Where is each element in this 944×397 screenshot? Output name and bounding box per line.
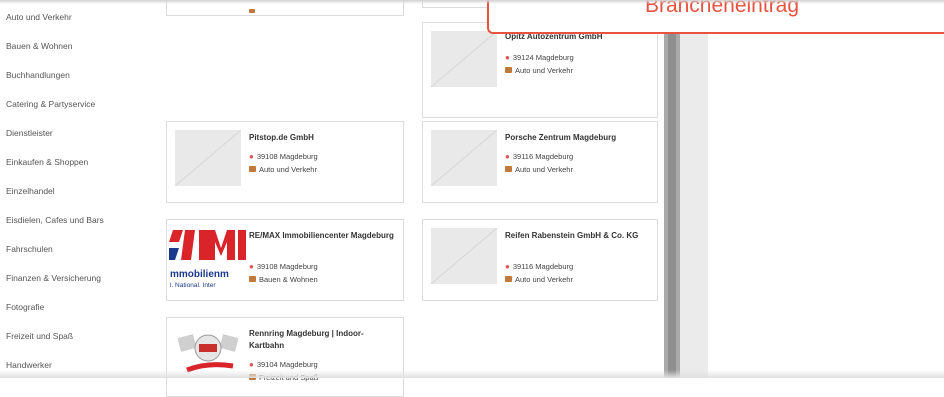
category-link[interactable]: Fahrschulen [6, 244, 53, 254]
listing-location: ● 39108 Magdeburg [249, 152, 318, 161]
remax-logo-graphic [169, 230, 246, 260]
briefcase-icon [505, 67, 512, 74]
category-link[interactable]: Dienstleister [6, 128, 53, 138]
listing-card[interactable]: Reifen Rabenstein GmbH & Co. KG ● 39116 M… [422, 219, 658, 301]
category-sidebar: Auto und Verkehr Bauen & Wohnen Buchhand… [0, 0, 150, 378]
listing-name[interactable]: RE/MAX Immobiliencenter Magdeburg [249, 230, 397, 242]
listing-card[interactable]: Opitz Autozentrum GmbH ● 39124 Magdeburg … [422, 22, 658, 118]
briefcase-icon [249, 166, 256, 173]
map-pin-icon: ● [249, 262, 254, 271]
listing-category: Auto und Verkehr [505, 275, 573, 284]
listing-card[interactable]: mmobilienm l. National. Inter RE/MAX Imm… [166, 219, 404, 301]
listing-thumbnail-placeholder [431, 31, 497, 87]
logo-tagline: l. National. Inter [170, 282, 216, 289]
category-link[interactable]: Bauen & Wohnen [6, 41, 72, 51]
category-link[interactable]: Eisdielen, Cafes und Bars [6, 215, 104, 225]
top-shadow [0, 0, 944, 4]
listing-thumbnail-placeholder [431, 130, 497, 186]
listing-name[interactable]: Reifen Rabenstein GmbH & Co. KG [505, 230, 651, 242]
brancheneintrag-button[interactable]: Brancheneintrag [487, 0, 944, 34]
category-link[interactable]: Einzelhandel [6, 186, 55, 196]
map-pin-icon: ● [505, 262, 510, 271]
category-link[interactable]: Handwerker [6, 360, 52, 370]
listing-location: ● 39124 Magdeburg [505, 53, 574, 62]
map-pin-icon: ● [249, 360, 254, 369]
listing-location: ● 39116 Magdeburg [505, 262, 574, 271]
listing-name[interactable]: Porsche Zentrum Magdeburg [505, 132, 651, 144]
briefcase-icon [505, 166, 512, 173]
listing-name[interactable]: Rennring Magdeburg | Indoor-Kartbahn [249, 328, 397, 352]
listing-location: ● 39116 Magdeburg [505, 152, 574, 161]
map-pin-icon: ● [249, 152, 254, 161]
category-link[interactable]: Freizeit und Spaß [6, 331, 73, 341]
remax-logo: mmobilienm l. National. Inter [169, 228, 247, 290]
map-pin-icon: ● [505, 53, 510, 62]
bottom-shadow [0, 370, 944, 378]
listing-location: ● 39108 Magdeburg [249, 262, 318, 271]
listing-card[interactable]: Porsche Zentrum Magdeburg ● 39116 Magdebu… [422, 121, 658, 203]
category-link[interactable]: Auto und Verkehr [6, 12, 72, 22]
listing-category: Bauen & Wohnen [249, 275, 318, 284]
briefcase-icon [505, 276, 512, 283]
category-link[interactable]: Buchhandlungen [6, 70, 70, 80]
listing-thumbnail-placeholder [431, 228, 497, 284]
briefcase-icon [249, 9, 255, 13]
listing-location: ● 39104 Magdeburg [249, 360, 318, 369]
listing-category: Auto und Verkehr [505, 66, 573, 75]
page-gutter [680, 0, 708, 378]
listing-name[interactable]: Pitstop.de GmbH [249, 132, 397, 144]
listing-category: Auto und Verkehr [505, 165, 573, 174]
vertical-scrollbar[interactable] [664, 0, 680, 378]
category-link[interactable]: Finanzen & Versicherung [6, 273, 101, 283]
listing-category: Auto und Verkehr [249, 165, 317, 174]
category-link[interactable]: Einkaufen & Shoppen [6, 157, 88, 167]
map-pin-icon: ● [505, 152, 510, 161]
logo-text: mmobilienm [170, 269, 229, 280]
category-link[interactable]: Catering & Partyservice [6, 99, 95, 109]
listing-thumbnail-placeholder [175, 130, 241, 186]
briefcase-icon [249, 276, 256, 283]
listing-card[interactable]: Pitstop.de GmbH ● 39108 Magdeburg Auto un… [166, 121, 404, 203]
scrollbar-thumb[interactable] [668, 0, 676, 378]
category-link[interactable]: Fotografie [6, 302, 44, 312]
listing-card[interactable]: Rennring Magdeburg | Indoor-Kartbahn ● 39… [166, 317, 404, 397]
